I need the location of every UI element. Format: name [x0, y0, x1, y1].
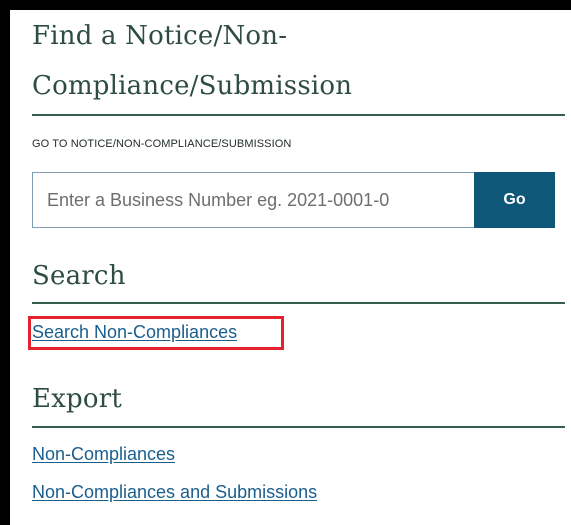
export-non-compliances-link[interactable]: Non-Compliances: [32, 444, 175, 465]
business-number-form: Go: [32, 172, 565, 228]
search-heading: Search: [32, 261, 126, 291]
export-divider: [32, 426, 565, 428]
business-number-input[interactable]: [32, 172, 474, 228]
go-button[interactable]: Go: [474, 172, 555, 228]
goto-label: GO TO NOTICE/NON-COMPLIANCE/SUBMISSION: [32, 138, 292, 150]
search-non-compliances-link[interactable]: Search Non-Compliances: [32, 322, 237, 343]
screenshot-frame: Find a Notice/Non- Compliance/Submission…: [10, 10, 571, 525]
export-heading: Export: [32, 384, 123, 414]
find-heading-line-1: Find a Notice/Non-: [32, 21, 288, 51]
search-divider: [32, 302, 565, 304]
export-non-compliances-and-submissions-link[interactable]: Non-Compliances and Submissions: [32, 482, 317, 503]
find-heading-line-2: Compliance/Submission: [32, 71, 353, 101]
find-divider: [32, 114, 565, 116]
